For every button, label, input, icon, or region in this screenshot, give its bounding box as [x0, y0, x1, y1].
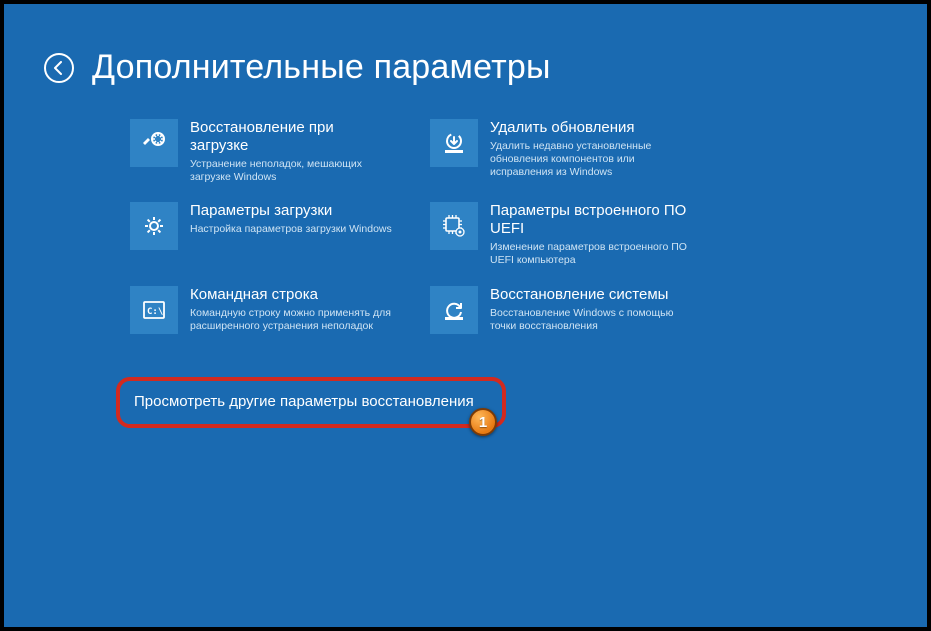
tile-uninstall-updates[interactable]: Удалить обновления Удалить недавно устан… — [430, 119, 702, 184]
tile-title: Параметры загрузки — [190, 202, 392, 220]
see-more-recovery-link[interactable]: Просмотреть другие параметры восстановле… — [134, 393, 484, 410]
tile-text: Удалить обновления Удалить недавно устан… — [490, 119, 695, 179]
options-grid: Восстановление при загрузке Устранение н… — [130, 119, 927, 334]
chip-gear-icon — [430, 202, 478, 250]
tile-title: Командная строка — [190, 286, 395, 304]
tile-text: Параметры загрузки Настройка параметров … — [190, 202, 392, 236]
tile-text: Восстановление при загрузке Устранение н… — [190, 119, 395, 184]
tile-desc: Командную строку можно применять для рас… — [190, 307, 395, 333]
terminal-icon: C:\ — [130, 286, 178, 334]
tile-desc: Изменение параметров встроенного ПО UEFI… — [490, 241, 695, 267]
tile-startup-settings[interactable]: Параметры загрузки Настройка параметров … — [130, 202, 402, 267]
tile-title: Параметры встроенного ПО UEFI — [490, 202, 695, 238]
tile-title: Удалить обновления — [490, 119, 695, 137]
tile-command-prompt[interactable]: C:\ Командная строка Командную строку мо… — [130, 286, 402, 334]
tile-desc: Настройка параметров загрузки Windows — [190, 223, 392, 236]
restore-icon — [430, 286, 478, 334]
tile-desc: Устранение неполадок, мешающих загрузке … — [190, 158, 395, 184]
tile-uefi-settings[interactable]: Параметры встроенного ПО UEFI Изменение … — [430, 202, 702, 267]
wrench-gear-icon — [130, 119, 178, 167]
svg-text:C:\: C:\ — [147, 307, 163, 317]
tile-title: Восстановление при загрузке — [190, 119, 395, 155]
arrow-left-icon — [52, 61, 66, 75]
tile-desc: Удалить недавно установленные обновления… — [490, 140, 695, 179]
tile-text: Командная строка Командную строку можно … — [190, 286, 395, 333]
tile-startup-repair[interactable]: Восстановление при загрузке Устранение н… — [130, 119, 402, 184]
tile-title: Восстановление системы — [490, 286, 695, 304]
gear-icon — [130, 202, 178, 250]
tile-desc: Восстановление Windows с помощью точки в… — [490, 307, 695, 333]
recovery-screen: Дополнительные параметры Восстановление … — [4, 4, 927, 627]
tile-text: Восстановление системы Восстановление Wi… — [490, 286, 695, 333]
tile-text: Параметры встроенного ПО UEFI Изменение … — [490, 202, 695, 267]
annotation-badge-1: 1 — [469, 408, 497, 436]
header: Дополнительные параметры — [44, 48, 927, 87]
uninstall-updates-icon — [430, 119, 478, 167]
annotation-highlight: Просмотреть другие параметры восстановле… — [116, 377, 506, 428]
window-frame: Дополнительные параметры Восстановление … — [0, 0, 931, 631]
tile-system-restore[interactable]: Восстановление системы Восстановление Wi… — [430, 286, 702, 334]
back-button[interactable] — [44, 53, 74, 83]
page-title: Дополнительные параметры — [92, 48, 551, 87]
